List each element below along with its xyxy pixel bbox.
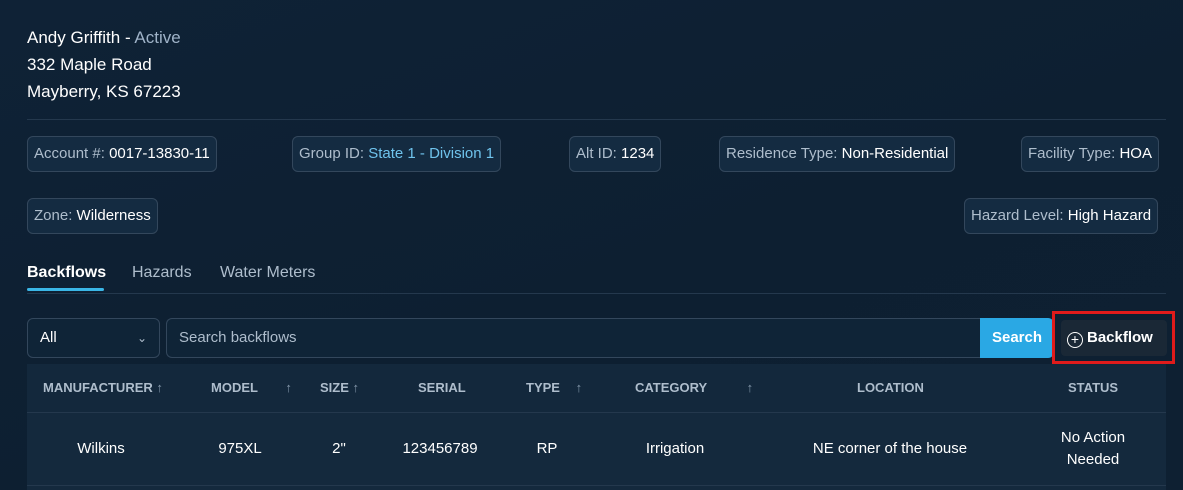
active-tab-indicator [27, 288, 104, 291]
account-chip: Account #: 0017-13830-11 [27, 136, 217, 172]
account-value: 0017-13830-11 [109, 145, 210, 162]
add-backflow-label: Backflow [1087, 329, 1153, 346]
address-line-2: Mayberry, KS 67223 [27, 82, 181, 101]
sort-arrow-icon: ↑ [352, 380, 360, 395]
column-type[interactable]: TYPE ↑ [526, 364, 582, 412]
column-size[interactable]: SIZE ↑ [320, 364, 359, 412]
column-model[interactable]: MODEL ↑ [211, 364, 292, 412]
group-chip: Group ID: State 1 - Division 1 [292, 136, 502, 172]
customer-name: Andy Griffith [27, 28, 121, 47]
facility-type-value: HOA [1119, 145, 1152, 162]
column-model-label: MODEL [211, 380, 258, 395]
filter-selected-value: All [40, 329, 57, 346]
residence-type-label: Residence Type: [726, 145, 838, 162]
column-manufacturer-label: MANUFACTURER [43, 380, 153, 395]
facility-type-label: Facility Type: [1028, 145, 1116, 162]
facility-type-chip: Facility Type: HOA [1021, 136, 1159, 172]
alt-id-value: 1234 [621, 145, 655, 162]
header-divider [27, 119, 1166, 120]
cell-type: RP [536, 440, 558, 457]
group-label: Group ID: [299, 145, 365, 162]
column-serial: SERIAL [418, 380, 466, 395]
search-button[interactable]: Search [980, 318, 1054, 358]
hazard-level-chip: Hazard Level: High Hazard [964, 198, 1159, 234]
filter-select[interactable]: All ⌄ [27, 318, 160, 358]
chevron-down-icon: ⌄ [136, 331, 147, 345]
hazard-level-value: High Hazard [1067, 207, 1152, 224]
add-backflow-button[interactable]: + Backflow [1061, 320, 1167, 356]
tab-water-meters[interactable]: Water Meters [220, 264, 315, 282]
cell-model: 975XL [218, 440, 262, 457]
table-row[interactable]: Wilkins 975XL 2" 123456789 RP Irrigation… [27, 413, 1166, 486]
alt-id-chip: Alt ID: 1234 [569, 136, 662, 172]
table-header: MANUFACTURER ↑ MODEL ↑ SIZE ↑ SERIAL TYP… [27, 364, 1166, 413]
cell-status: No Action Needed [1060, 429, 1126, 468]
tab-hazards[interactable]: Hazards [132, 264, 192, 282]
hazard-level-label: Hazard Level: [971, 207, 1064, 224]
tabs-divider [27, 293, 1166, 294]
zone-label: Zone: [34, 207, 73, 224]
account-label: Account #: [34, 145, 105, 162]
sort-arrow-icon: ↑ [575, 380, 583, 395]
residence-type-chip: Residence Type: Non-Residential [719, 136, 956, 172]
column-category-label: CATEGORY [635, 380, 707, 395]
zone-value: Wilderness [76, 207, 151, 224]
search-input[interactable]: Search backflows [166, 318, 981, 358]
address-line-1: 332 Maple Road [27, 55, 152, 74]
column-status: STATUS [1068, 380, 1119, 395]
cell-location: NE corner of the house [812, 440, 968, 457]
column-location: LOCATION [857, 380, 924, 395]
column-category[interactable]: CATEGORY ↑ [635, 364, 753, 412]
cell-size: 2" [332, 440, 346, 457]
sort-arrow-icon: ↑ [285, 380, 292, 395]
column-manufacturer[interactable]: MANUFACTURER ↑ [43, 364, 163, 412]
cell-category: Irrigation [645, 440, 705, 457]
name-separator: - [120, 28, 135, 47]
sort-arrow-icon: ↑ [746, 380, 754, 395]
column-size-label: SIZE [320, 380, 349, 395]
sort-arrow-icon: ↑ [156, 380, 163, 395]
cell-manufacturer: Wilkins [77, 440, 125, 457]
customer-name-line: Andy Griffith - Active [27, 24, 181, 51]
backflows-table: MANUFACTURER ↑ MODEL ↑ SIZE ↑ SERIAL TYP… [27, 364, 1166, 490]
tab-backflows[interactable]: Backflows [27, 264, 106, 282]
cell-serial: 123456789 [402, 440, 478, 457]
zone-chip: Zone: Wilderness [27, 198, 158, 234]
alt-id-label: Alt ID: [576, 145, 617, 162]
group-link[interactable]: State 1 - Division 1 [368, 145, 494, 162]
customer-header: Andy Griffith - Active 332 Maple Road Ma… [27, 24, 181, 105]
customer-status: Active [134, 28, 181, 47]
column-type-label: TYPE [526, 380, 560, 395]
residence-type-value: Non-Residential [841, 145, 949, 162]
plus-circle-icon: + [1067, 332, 1083, 348]
